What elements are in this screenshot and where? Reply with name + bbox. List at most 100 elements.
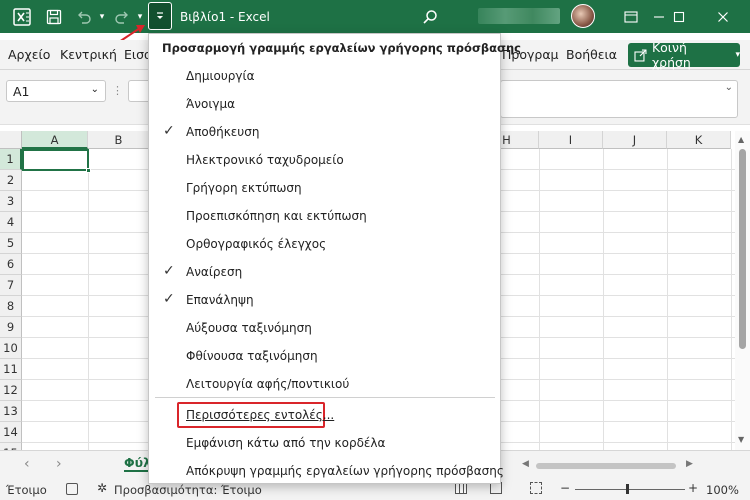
name-box-dropdown-icon[interactable]: ⌄ [91, 84, 99, 95]
row-header[interactable]: 7 [0, 275, 22, 296]
menu-item[interactable]: ✓ Επανάληψη [149, 286, 500, 314]
menu-item-show-below-ribbon[interactable]: Εμφάνιση κάτω από την κορδέλα [149, 429, 500, 457]
menu-item[interactable]: Άνοιγμα [149, 90, 500, 118]
accessibility-icon: ✲ [97, 481, 108, 495]
menu-item-hide-qat[interactable]: Απόκρυψη γραμμής εργαλείων γρήγορης πρόσ… [149, 457, 504, 485]
row-header[interactable]: 5 [0, 233, 22, 254]
page-break-view-icon[interactable] [530, 482, 542, 494]
excel-logo-icon [10, 0, 34, 33]
column-header-j[interactable]: J [603, 131, 667, 149]
ribbon-display-options-icon[interactable] [624, 0, 638, 33]
sheet-prev-icon[interactable]: ‹ [24, 456, 30, 472]
menu-item-label: Αύξουσα ταξινόμηση [186, 321, 312, 335]
row-header[interactable]: 13 [0, 401, 22, 422]
row-header[interactable]: 11 [0, 359, 22, 380]
row-header[interactable]: 1 [0, 149, 22, 170]
undo-icon[interactable] [72, 0, 96, 33]
menu-item[interactable]: Γρήγορη εκτύπωση [149, 174, 500, 202]
formula-input[interactable]: ⌄ [500, 80, 738, 118]
row-header[interactable]: 3 [0, 191, 22, 212]
row-header[interactable]: 2 [0, 170, 22, 191]
menu-item-label: Λειτουργία αφής/ποντικιού [186, 377, 350, 391]
save-icon[interactable] [42, 0, 66, 33]
scroll-down-icon[interactable]: ▼ [738, 435, 744, 444]
account-name-blurred [478, 8, 560, 24]
tab-home[interactable]: Κεντρική [60, 47, 117, 62]
tab-help[interactable]: Βοήθεια [566, 47, 617, 62]
menu-item-more-commands[interactable]: Περισσότερες εντολές... [149, 401, 500, 429]
menu-item-label: Ηλεκτρονικό ταχυδρομείο [186, 153, 344, 167]
sheet-tab-active[interactable]: Φύλ [124, 455, 151, 472]
name-box[interactable]: A1 ⌄ [6, 80, 106, 102]
fill-handle[interactable] [86, 168, 91, 173]
menu-header: Προσαρμογή γραμμής εργαλείων γρήγορης πρ… [162, 41, 521, 55]
customize-qat-menu: Προσαρμογή γραμμής εργαλείων γρήγορης πρ… [148, 33, 521, 485]
menu-item-label: Άνοιγμα [186, 97, 236, 111]
menu-item-label: Ορθογραφικός έλεγχος [186, 237, 327, 251]
menu-item[interactable]: ✓ Αναίρεση [149, 258, 500, 286]
zoom-level[interactable]: 100% [706, 483, 739, 497]
menu-item-label: Προεπισκόπηση και εκτύπωση [186, 209, 367, 223]
row-header[interactable]: 14 [0, 422, 22, 443]
hscroll-left-icon[interactable]: ◀ [522, 459, 529, 469]
column-header-b[interactable]: B [88, 131, 150, 149]
menu-item-label: Εμφάνιση κάτω από την κορδέλα [186, 436, 386, 450]
undo-dropdown-icon[interactable]: ▾ [96, 0, 108, 33]
macro-record-icon[interactable] [66, 483, 78, 495]
menu-item[interactable]: Δημιουργία [149, 62, 500, 90]
menu-item-label: Αναίρεση [186, 265, 243, 279]
menu-item[interactable]: Λειτουργία αφής/ποντικιού [149, 370, 500, 398]
sheet-next-icon[interactable]: › [56, 456, 62, 472]
row-header[interactable]: 12 [0, 380, 22, 401]
zoom-in-icon[interactable]: + [688, 481, 698, 495]
menu-item[interactable]: Ορθογραφικός έλεγχος [149, 230, 500, 258]
menu-item-label: Επανάληψη [186, 293, 254, 307]
menu-item-label: Δημιουργία [186, 69, 255, 83]
row-header[interactable]: 8 [0, 296, 22, 317]
zoom-slider[interactable] [575, 489, 685, 490]
scroll-thumb[interactable] [739, 149, 746, 349]
horizontal-scrollbar-thumb[interactable] [536, 463, 676, 469]
active-cell-a1[interactable] [22, 149, 89, 171]
menu-item[interactable]: Φθίνουσα ταξινόμηση [149, 342, 500, 370]
menu-item-label: Φθίνουσα ταξινόμηση [186, 349, 318, 363]
tab-file[interactable]: Αρχείο [8, 47, 50, 62]
minimize-icon[interactable] [652, 0, 666, 33]
customize-qat-icon[interactable] [148, 2, 172, 30]
hscroll-right-icon[interactable]: ▶ [686, 459, 693, 469]
zoom-slider-handle[interactable] [626, 484, 629, 494]
menu-item[interactable]: Προεπισκόπηση και εκτύπωση [149, 202, 500, 230]
row-header[interactable]: 6 [0, 254, 22, 275]
status-ready: Έτοιμο [6, 483, 47, 497]
avatar[interactable] [571, 4, 595, 28]
vertical-scrollbar[interactable]: ▲ ▼ [735, 131, 750, 450]
menu-item[interactable]: Ηλεκτρονικό ταχυδρομείο [149, 146, 500, 174]
column-header-k[interactable]: K [667, 131, 731, 149]
check-icon: ✓ [163, 263, 175, 279]
name-box-value: A1 [13, 84, 30, 99]
check-icon: ✓ [163, 291, 175, 307]
row-header[interactable]: 9 [0, 317, 22, 338]
close-icon[interactable] [716, 0, 730, 33]
row-header[interactable]: 10 [0, 338, 22, 359]
status-accessibility[interactable]: Προσβασιμότητα: Έτοιμο [114, 483, 262, 497]
select-all-corner[interactable] [0, 131, 22, 149]
menu-item[interactable]: ✓ Αποθήκευση [149, 118, 500, 146]
expand-formula-icon[interactable]: ⌄ [725, 82, 733, 93]
share-button[interactable]: Κοινή χρήση ▾ [628, 40, 740, 70]
check-icon: ✓ [163, 123, 175, 139]
menu-item[interactable]: Αύξουσα ταξινόμηση [149, 314, 500, 342]
share-dropdown-icon[interactable]: ▾ [735, 50, 740, 60]
search-icon[interactable] [418, 0, 442, 33]
restore-icon[interactable] [672, 0, 686, 33]
zoom-out-icon[interactable]: − [560, 481, 570, 495]
menu-item-label: Αποθήκευση [186, 125, 260, 139]
formula-cancel-icon[interactable] [128, 80, 148, 102]
column-header-a[interactable]: A [22, 131, 88, 149]
scroll-up-icon[interactable]: ▲ [738, 135, 744, 144]
column-header-i[interactable]: I [539, 131, 603, 149]
formula-splitter-icon[interactable]: ⋮ [112, 80, 123, 102]
row-header[interactable]: 15 [0, 443, 22, 450]
menu-item-label: Περισσότερες εντολές... [186, 408, 335, 422]
row-header[interactable]: 4 [0, 212, 22, 233]
